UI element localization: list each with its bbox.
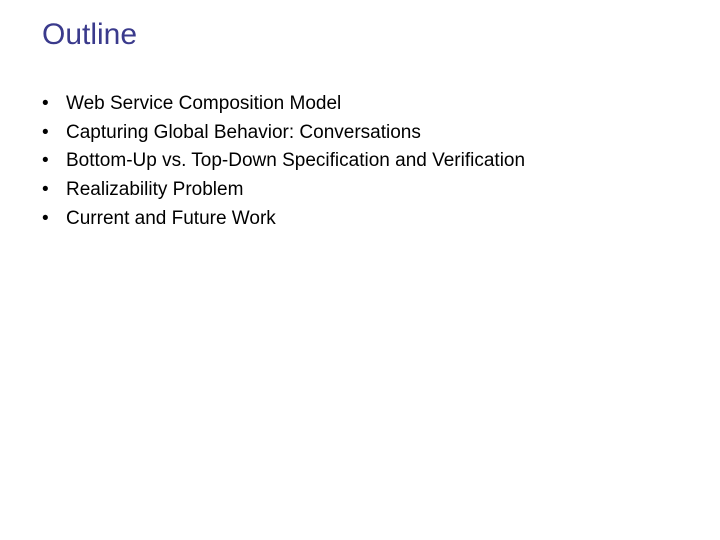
bullet-icon: • [36, 149, 66, 174]
bullet-text: Current and Future Work [66, 207, 720, 232]
bullet-icon: • [36, 121, 66, 146]
bullet-text: Bottom-Up vs. Top-Down Specification and… [66, 149, 720, 174]
list-item: • Realizability Problem [36, 178, 720, 203]
list-item: • Capturing Global Behavior: Conversatio… [36, 121, 720, 146]
list-item: • Bottom-Up vs. Top-Down Specification a… [36, 149, 720, 174]
bullet-icon: • [36, 178, 66, 203]
list-item: • Web Service Composition Model [36, 92, 720, 117]
bullet-icon: • [36, 92, 66, 117]
bullet-icon: • [36, 207, 66, 232]
slide-container: Outline • Web Service Composition Model … [0, 0, 720, 540]
bullet-list: • Web Service Composition Model • Captur… [36, 92, 720, 231]
bullet-text: Web Service Composition Model [66, 92, 720, 117]
list-item: • Current and Future Work [36, 207, 720, 232]
slide-title: Outline [42, 18, 720, 52]
bullet-text: Realizability Problem [66, 178, 720, 203]
bullet-text: Capturing Global Behavior: Conversations [66, 121, 720, 146]
